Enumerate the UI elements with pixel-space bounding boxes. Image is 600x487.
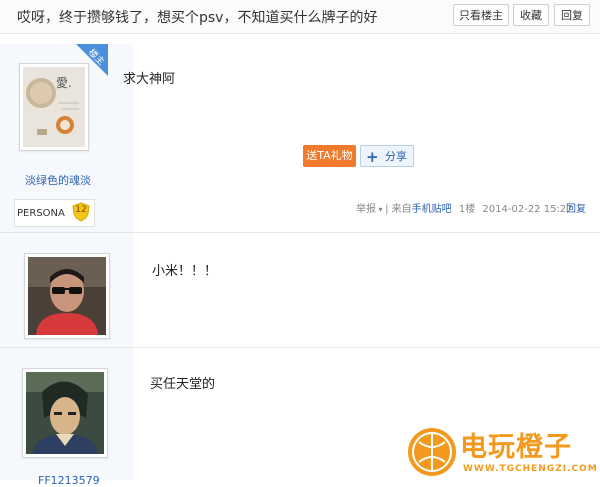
level-badge[interactable]: PERSONA 12 (14, 199, 95, 227)
favorite-button[interactable]: 收藏 (513, 4, 549, 26)
author-panel: 愛. 淡绿色的魂淡 PERSONA 12 (0, 44, 133, 232)
svg-text:愛.: 愛. (56, 76, 72, 90)
orange-logo-icon (408, 428, 456, 476)
watermark-url: WWW.TGCHENGZI.COM (463, 464, 598, 474)
site-watermark: 电玩橙子 WWW.TGCHENGZI.COM (405, 424, 600, 480)
source-link[interactable]: 手机贴吧 (412, 204, 452, 215)
post-content: 买任天堂的 (150, 377, 216, 392)
post-floor-1: 愛. 淡绿色的魂淡 PERSONA 12 求大神阿 送TA礼物 + 分享 举报 … (0, 44, 600, 233)
post-content: 小米！！！ (152, 264, 218, 279)
source-prefix: | 来自 (385, 204, 412, 215)
op-badge: 楼主 (76, 44, 108, 76)
author-panel (0, 233, 133, 347)
post-floor-2: 小米！！！ (0, 233, 600, 348)
chevron-down-icon[interactable]: ▾ (376, 205, 385, 214)
watermark-name: 电玩橙子 (460, 432, 572, 463)
author-username[interactable]: FF1213579 (38, 474, 100, 487)
reply-link[interactable]: 回复 (566, 200, 586, 215)
post-body: 求大神阿 送TA礼物 + 分享 举报 ▾ | 来自手机贴吧 1楼 2014-02… (123, 44, 600, 232)
avatar[interactable] (24, 253, 110, 339)
post-meta: 举报 ▾ | 来自手机贴吧 1楼 2014-02-22 15:27 (356, 200, 573, 215)
post-content: 求大神阿 (123, 72, 176, 87)
reply-button[interactable]: 回复 (554, 4, 590, 26)
author-panel: FF1213579 (0, 348, 133, 487)
author-username[interactable]: 淡绿色的魂淡 (25, 172, 91, 188)
avatar[interactable] (22, 368, 108, 458)
report-link[interactable]: 举报 (356, 204, 376, 215)
share-label: 分享 (385, 150, 407, 163)
share-button[interactable]: + 分享 (360, 145, 414, 167)
avatar[interactable]: 愛. (19, 63, 89, 151)
send-gift-button[interactable]: 送TA礼物 (303, 145, 356, 167)
thread-header: 哎呀，终于攒够钱了，想买个psv，不知道买什么牌子的好 只看楼主 收藏 回复 (0, 0, 600, 34)
level-title: PERSONA (17, 208, 65, 219)
level-number: 12 (75, 205, 87, 215)
level-shield-icon: 12 (72, 202, 90, 222)
floor-number: 1楼 (458, 204, 476, 215)
post-body: 小米！！！ (133, 233, 600, 347)
only-op-button[interactable]: 只看楼主 (453, 4, 509, 26)
post-time: 2014-02-22 15:27 (482, 204, 573, 215)
plus-icon: + (366, 148, 379, 166)
thread-title: 哎呀，终于攒够钱了，想买个psv，不知道买什么牌子的好 (17, 10, 378, 26)
